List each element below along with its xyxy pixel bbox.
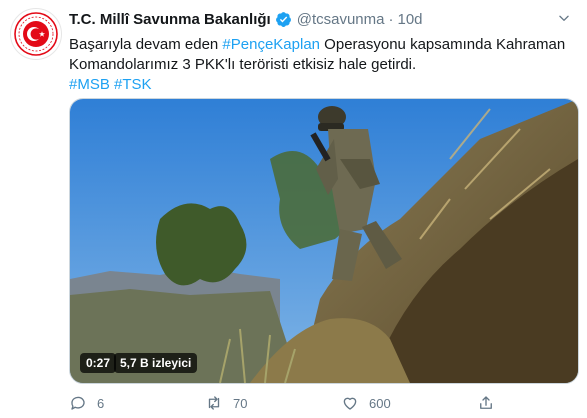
like-button[interactable]: 600 [341,394,391,412]
display-name[interactable]: T.C. Millî Savunma Bakanlığı [69,11,271,28]
hashtag-link[interactable]: #TSK [114,76,152,93]
tweet-text: Başarıyla devam eden #PençeKaplan Operas… [69,35,569,95]
verified-badge-icon [275,11,291,27]
share-icon [480,396,492,409]
reply-icon [71,396,85,410]
video-view-count: 5,7 B izleyici [114,353,198,373]
reply-count: 6 [97,395,105,411]
tweet-actions: 6 70 600 [69,394,577,416]
video-thumbnail [70,99,578,383]
tweet-header: T.C. Millî Savunma Bakanlığı @tcsavunma … [69,9,577,29]
like-count: 600 [369,395,391,411]
retweet-button[interactable]: 70 [205,394,247,412]
video-duration: 0:27 [80,353,117,373]
tweet-text-part1: Başarıyla devam eden [69,36,223,53]
tweet-content: T.C. Millî Savunma Bakanlığı @tcsavunma … [69,0,577,95]
separator-dot: · [388,10,394,28]
hashtag-link[interactable]: #PençeKaplan [222,36,320,53]
reply-button[interactable]: 6 [69,394,104,412]
avatar[interactable] [10,8,62,60]
chevron-down-icon[interactable] [557,11,571,25]
retweet-count: 70 [233,395,248,411]
video-player[interactable]: 0:27 5,7 B izleyici [69,98,579,384]
retweet-icon [208,396,220,410]
hashtag-link[interactable]: #MSB [69,76,110,93]
msb-emblem-icon [14,12,58,56]
account-handle[interactable]: @tcsavunma [297,11,385,28]
heart-icon [343,397,357,410]
timestamp[interactable]: 10d [397,11,422,28]
share-button[interactable] [477,394,505,412]
